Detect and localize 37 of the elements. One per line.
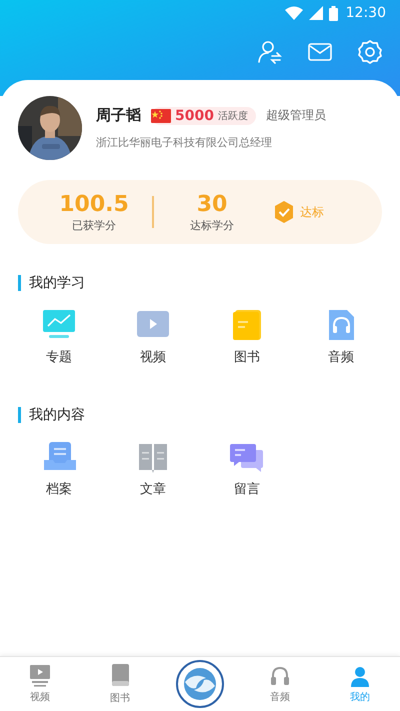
nav-tab[interactable]: 视频 [28,664,52,704]
nav-tab[interactable]: 图书 [109,664,131,704]
user-title: 浙江比华丽电子科技有限公司总经理 [96,135,273,150]
activity-label: 活跃度 [218,110,248,122]
settings-icon[interactable] [358,40,382,64]
feature-button[interactable]: 档案 [29,438,89,500]
section-marker [18,275,21,291]
signal-icon [308,6,323,20]
headphones-icon [269,664,291,686]
mail-icon[interactable] [308,42,332,62]
nav-tab[interactable]: 音频 [269,664,291,704]
feature-button[interactable]: 视频 [123,306,183,368]
user-name: 周子韬 [96,106,141,125]
person-icon [349,664,371,686]
status-time: 12:30 [346,5,386,21]
status-label: 达标 [300,204,324,220]
feature-button[interactable]: 专题 [29,306,89,368]
video-icon [28,664,52,686]
target-credits: 30 [196,192,228,218]
book-icon [109,664,131,688]
section-title: 我的内容 [29,406,85,424]
earned-label: 已获学分 [72,218,116,232]
section-title: 我的学习 [29,274,85,292]
earned-credits: 100.5 [59,192,129,218]
activity-score: 5000 [175,108,214,124]
wifi-icon [284,6,303,20]
section-marker [18,407,21,423]
feature-button[interactable]: 留言 [217,438,277,500]
battery-icon [328,6,338,20]
switch-user-icon[interactable] [258,40,282,64]
flag-icon [151,108,171,122]
feature-button[interactable]: 文章 [123,438,183,500]
target-label: 达标学分 [190,218,234,232]
feature-button[interactable]: 图书 [217,306,277,368]
user-role: 超级管理员 [266,107,326,124]
emblem-logo[interactable] [176,660,224,708]
feature-button[interactable]: 音频 [311,306,371,368]
